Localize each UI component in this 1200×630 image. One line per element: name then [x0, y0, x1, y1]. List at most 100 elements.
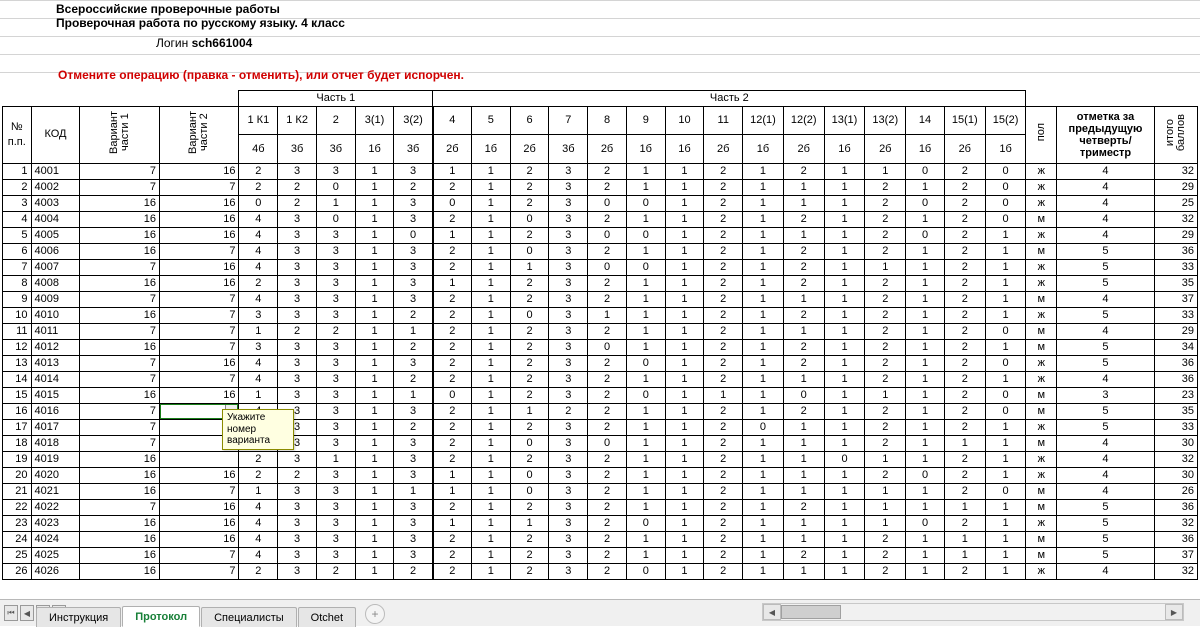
cell-score[interactable]: 1 — [355, 403, 394, 419]
cell-var2[interactable]: 16 — [159, 227, 239, 243]
cell-score[interactable]: 3 — [278, 291, 317, 307]
cell-score[interactable]: 2 — [433, 291, 472, 307]
cell-score[interactable]: 1 — [906, 259, 945, 275]
cell-score[interactable]: 2 — [433, 403, 472, 419]
cell-score[interactable]: 2 — [588, 483, 627, 499]
cell-score[interactable]: 3 — [316, 483, 355, 499]
cell-score[interactable]: 3 — [316, 339, 355, 355]
cell-score[interactable]: 2 — [704, 259, 743, 275]
cell-var2[interactable]: 16 — [159, 499, 239, 515]
cell-score[interactable]: 1 — [510, 259, 549, 275]
cell-score[interactable]: 2 — [588, 179, 627, 195]
cell-pol[interactable]: м — [1026, 483, 1057, 499]
cell-score[interactable]: 2 — [433, 563, 472, 579]
cell-kod[interactable]: 4009 — [31, 291, 80, 307]
cell-pol[interactable]: ж — [1026, 467, 1057, 483]
cell-score[interactable]: 1 — [824, 435, 865, 451]
cell-total[interactable]: 35 — [1154, 403, 1197, 419]
cell-pol[interactable]: м — [1026, 323, 1057, 339]
cell-score[interactable]: 1 — [743, 227, 784, 243]
cell-score[interactable]: 1 — [471, 515, 510, 531]
cell-score[interactable]: 2 — [704, 243, 743, 259]
cell-score[interactable]: 2 — [704, 323, 743, 339]
cell-var2[interactable]: 16 — [159, 211, 239, 227]
cell-var2[interactable]: 7 — [159, 243, 239, 259]
cell-score[interactable]: 2 — [239, 451, 278, 467]
cell-score[interactable]: 2 — [944, 243, 985, 259]
cell-score[interactable]: 0 — [510, 243, 549, 259]
cell-score[interactable]: 1 — [665, 371, 704, 387]
cell-score[interactable]: 1 — [865, 451, 906, 467]
cell-total[interactable]: 29 — [1154, 179, 1197, 195]
cell-score[interactable]: 1 — [743, 483, 784, 499]
cell-score[interactable]: 1 — [906, 419, 945, 435]
cell-npp[interactable]: 4 — [3, 211, 32, 227]
cell-score[interactable]: 1 — [471, 211, 510, 227]
cell-prev[interactable]: 3 — [1057, 387, 1155, 403]
cell-score[interactable]: 2 — [944, 227, 985, 243]
cell-var1[interactable]: 16 — [80, 483, 160, 499]
cell-score[interactable]: 1 — [355, 243, 394, 259]
cell-score[interactable]: 1 — [355, 547, 394, 563]
cell-score[interactable]: 1 — [665, 515, 704, 531]
cell-score[interactable]: 2 — [588, 451, 627, 467]
table-row[interactable]: 16401677▾43313211221121212120м535 — [3, 403, 1198, 419]
cell-score[interactable]: 3 — [278, 163, 317, 179]
cell-score[interactable]: 1 — [824, 371, 865, 387]
cell-score[interactable]: 2 — [433, 435, 472, 451]
cell-var2[interactable]: 7 — [159, 547, 239, 563]
cell-total[interactable]: 29 — [1154, 323, 1197, 339]
cell-score[interactable]: 1 — [906, 387, 945, 403]
new-sheet-button[interactable]: + — [365, 604, 385, 624]
cell-score[interactable]: 1 — [355, 195, 394, 211]
cell-var1[interactable]: 16 — [80, 275, 160, 291]
cell-score[interactable]: 1 — [985, 531, 1026, 547]
cell-score[interactable]: 2 — [944, 195, 985, 211]
cell-score[interactable]: 1 — [471, 355, 510, 371]
cell-score[interactable]: 1 — [985, 451, 1026, 467]
cell-score[interactable]: 2 — [588, 563, 627, 579]
cell-kod[interactable]: 4016 — [31, 403, 80, 419]
cell-pol[interactable]: м — [1026, 547, 1057, 563]
cell-score[interactable]: 2 — [865, 307, 906, 323]
cell-prev[interactable]: 4 — [1057, 451, 1155, 467]
cell-kod[interactable]: 4023 — [31, 515, 80, 531]
cell-total[interactable]: 36 — [1154, 531, 1197, 547]
cell-prev[interactable]: 5 — [1057, 531, 1155, 547]
cell-score[interactable]: 3 — [316, 291, 355, 307]
cell-score[interactable]: 1 — [665, 227, 704, 243]
cell-score[interactable]: 1 — [471, 563, 510, 579]
cell-score[interactable]: 2 — [865, 179, 906, 195]
cell-score[interactable]: 1 — [355, 163, 394, 179]
cell-score[interactable]: 1 — [743, 563, 784, 579]
cell-score[interactable]: 1 — [626, 323, 665, 339]
cell-score[interactable]: 1 — [944, 435, 985, 451]
table-row[interactable]: 12401216733312212301121212121м534 — [3, 339, 1198, 355]
cell-score[interactable]: 1 — [355, 515, 394, 531]
cell-score[interactable]: 1 — [783, 323, 824, 339]
cell-var2[interactable]: 7 — [159, 307, 239, 323]
cell-var1[interactable]: 16 — [80, 227, 160, 243]
cell-score[interactable]: 3 — [394, 291, 433, 307]
cell-score[interactable]: 1 — [355, 483, 394, 499]
cell-score[interactable]: 3 — [278, 355, 317, 371]
cell-score[interactable]: 3 — [394, 435, 433, 451]
cell-score[interactable]: 2 — [704, 467, 743, 483]
cell-score[interactable]: 1 — [824, 227, 865, 243]
cell-kod[interactable]: 4004 — [31, 211, 80, 227]
cell-prev[interactable]: 4 — [1057, 163, 1155, 179]
cell-total[interactable]: 23 — [1154, 387, 1197, 403]
cell-score[interactable]: 0 — [626, 259, 665, 275]
cell-score[interactable]: 1 — [510, 403, 549, 419]
cell-total[interactable]: 36 — [1154, 355, 1197, 371]
cell-score[interactable]: 2 — [865, 419, 906, 435]
cell-score[interactable]: 1 — [783, 419, 824, 435]
cell-npp[interactable]: 22 — [3, 499, 32, 515]
cell-pol[interactable]: ж — [1026, 307, 1057, 323]
cell-score[interactable]: 1 — [906, 275, 945, 291]
cell-score[interactable]: 1 — [665, 275, 704, 291]
cell-var2[interactable]: 16 — [159, 163, 239, 179]
cell-var1[interactable]: 7 — [80, 403, 160, 419]
table-row[interactable]: 26402616723212212320121112121ж432 — [3, 563, 1198, 579]
cell-score[interactable]: 1 — [906, 531, 945, 547]
